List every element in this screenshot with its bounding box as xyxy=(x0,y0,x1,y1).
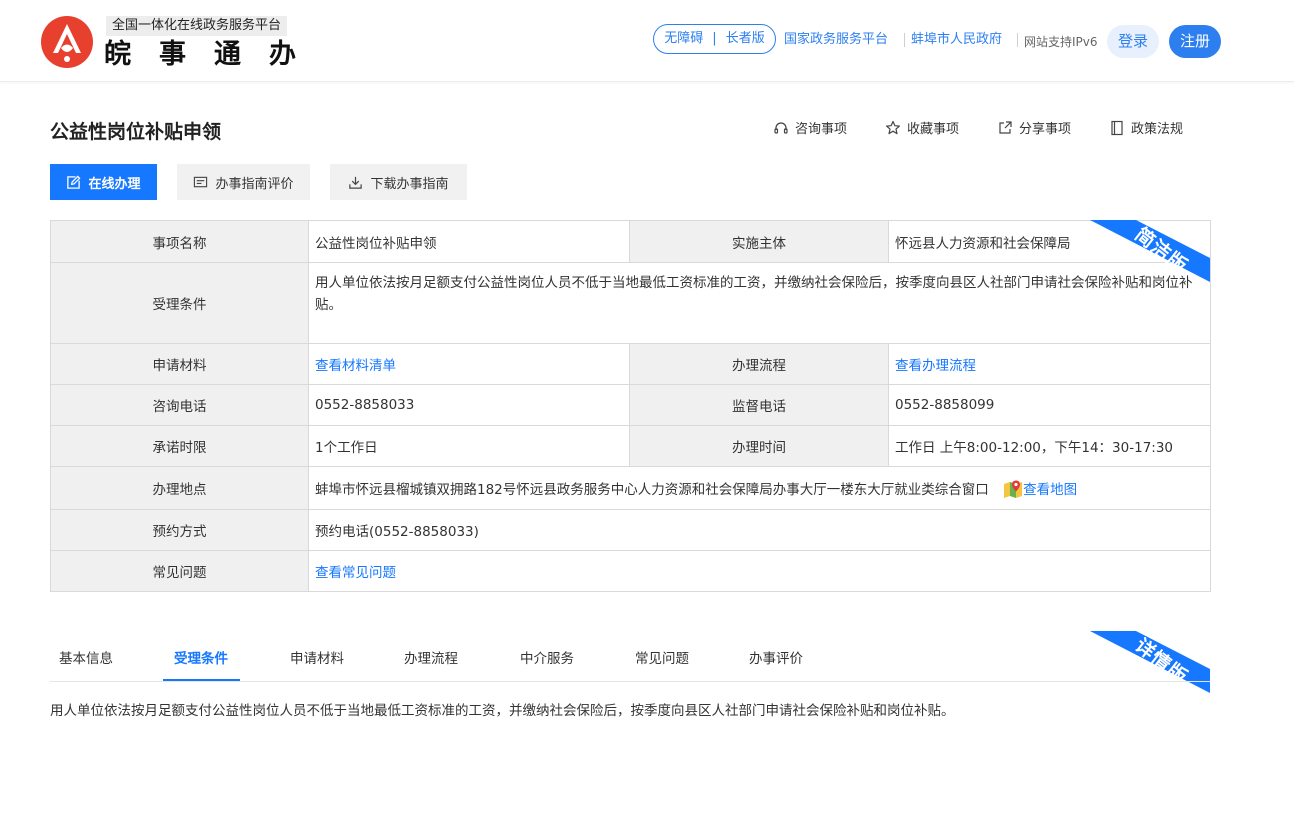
elder-mode-link[interactable]: 长者版 xyxy=(726,25,765,53)
share-label: 分享事项 xyxy=(1019,122,1072,137)
brand-name[interactable]: 皖事通办 xyxy=(104,38,324,72)
materials-label: 申请材料 xyxy=(50,343,309,385)
faq-link[interactable]: 查看常见问题 xyxy=(315,565,396,581)
link-divider xyxy=(1017,33,1018,47)
download-guide-label: 下载办事指南 xyxy=(370,176,449,192)
subject-label: 实施主体 xyxy=(629,220,889,263)
item-name-value: 公益性岗位补贴申领 xyxy=(308,220,630,263)
star-icon xyxy=(886,120,900,134)
supervise-value: 0552-8858099 xyxy=(888,384,1211,426)
tabs-divider xyxy=(50,681,1210,682)
headset-icon xyxy=(774,121,788,134)
faq-label: 常见问题 xyxy=(50,550,309,592)
active-tab-indicator xyxy=(163,679,240,681)
tab-conditions[interactable]: 受理条件 xyxy=(174,647,228,667)
condition-label: 受理条件 xyxy=(50,262,309,344)
process-label: 办理流程 xyxy=(629,343,889,385)
tab-process[interactable]: 办理流程 xyxy=(404,647,458,667)
service-info-table: 事项名称 公益性岗位补贴申领 实施主体 怀远县人力资源和社会保障局 受理条件 用… xyxy=(50,220,1211,592)
table-row: 承诺时限 1个工作日 办理时间 工作日 上午8:00-12:00，下午14：30… xyxy=(50,425,1211,467)
share-icon xyxy=(999,120,1012,134)
address-value: 蚌埠市怀远县榴城镇双拥路182号怀远县政务服务中心人力资源和社会保障局办事大厅一… xyxy=(315,481,989,498)
guide-evaluate-label: 办事指南评价 xyxy=(215,176,294,192)
download-guide-button[interactable]: 下载办事指南 xyxy=(330,164,467,200)
guide-evaluate-button[interactable]: 办事指南评价 xyxy=(177,164,310,200)
tab-materials[interactable]: 申请材料 xyxy=(290,647,344,667)
detail-content: 用人单位依法按月足额支付公益性岗位人员不低于当地最低工资标准的工资，并缴纳社会保… xyxy=(50,703,955,719)
table-row: 事项名称 公益性岗位补贴申领 实施主体 怀远县人力资源和社会保障局 xyxy=(50,220,1211,263)
favorite-action[interactable]: 收藏事项 xyxy=(885,118,959,137)
booking-label: 预约方式 xyxy=(50,509,309,551)
map-pin-icon[interactable] xyxy=(1003,479,1023,499)
table-row: 咨询电话 0552-8858033 监督电话 0552-8858099 xyxy=(50,384,1211,426)
phone-value: 0552-8858033 xyxy=(308,384,630,426)
table-row: 常见问题 查看常见问题 xyxy=(50,550,1211,592)
table-row: 受理条件 用人单位依法按月足额支付公益性岗位人员不低于当地最低工资标准的工资，并… xyxy=(50,262,1211,344)
policy-action[interactable]: 政策法规 xyxy=(1109,118,1183,137)
consult-label: 咨询事项 xyxy=(795,122,848,137)
ipv6-note: 网站支持IPv6 xyxy=(1024,35,1098,49)
materials-link[interactable]: 查看材料清单 xyxy=(315,358,396,374)
consult-action[interactable]: 咨询事项 xyxy=(773,118,847,137)
pill-separator: | xyxy=(712,31,717,46)
tab-faq[interactable]: 常见问题 xyxy=(635,647,689,667)
register-button[interactable]: 注册 xyxy=(1169,25,1221,58)
table-row: 办理地点 蚌埠市怀远县榴城镇双拥路182号怀远县政务服务中心人力资源和社会保障局… xyxy=(50,466,1211,510)
address-cell: 蚌埠市怀远县榴城镇双拥路182号怀远县政务服务中心人力资源和社会保障局办事大厅一… xyxy=(308,466,1211,510)
bengbu-gov-link[interactable]: 蚌埠市人民政府 xyxy=(911,32,1002,48)
item-name-label: 事项名称 xyxy=(50,220,309,263)
hours-label: 办理时间 xyxy=(629,425,889,467)
page-title: 公益性岗位补贴申领 xyxy=(50,121,222,143)
online-apply-label: 在线办理 xyxy=(88,176,141,192)
concise-version-ribbon[interactable]: 简洁版 xyxy=(1090,220,1210,282)
accessibility-link[interactable]: 无障碍 xyxy=(664,25,703,53)
message-icon xyxy=(194,176,208,187)
condition-value: 用人单位依法按月足额支付公益性岗位人员不低于当地最低工资标准的工资，并缴纳社会保… xyxy=(308,262,1211,344)
site-header: 全国一体化在线政务服务平台 皖事通办 无障碍 | 长者版 国家政务服务平台 蚌埠… xyxy=(0,0,1294,82)
hours-value: 工作日 上午8:00-12:00，下午14：30-17:30 xyxy=(888,425,1211,467)
share-action[interactable]: 分享事项 xyxy=(997,118,1071,137)
favorite-label: 收藏事项 xyxy=(907,122,960,137)
supervise-label: 监督电话 xyxy=(629,384,889,426)
online-apply-button[interactable]: 在线办理 xyxy=(50,164,157,200)
address-label: 办理地点 xyxy=(50,466,309,510)
edit-icon xyxy=(67,175,81,189)
platform-tag: 全国一体化在线政务服务平台 xyxy=(106,16,288,36)
national-platform-link[interactable]: 国家政务服务平台 xyxy=(784,32,888,48)
map-link[interactable]: 查看地图 xyxy=(1023,482,1077,498)
limit-label: 承诺时限 xyxy=(50,425,309,467)
limit-value: 1个工作日 xyxy=(308,425,630,467)
book-icon xyxy=(1111,120,1123,135)
login-button[interactable]: 登录 xyxy=(1107,25,1159,58)
link-divider xyxy=(904,33,905,47)
process-link[interactable]: 查看办理流程 xyxy=(895,358,976,374)
table-row: 预约方式 预约电话(0552-8858033) xyxy=(50,509,1211,551)
phone-label: 咨询电话 xyxy=(50,384,309,426)
table-row: 申请材料 查看材料清单 办理流程 查看办理流程 xyxy=(50,343,1211,385)
tab-intermediary[interactable]: 中介服务 xyxy=(520,647,574,667)
policy-label: 政策法规 xyxy=(1131,122,1184,137)
tab-basic-info[interactable]: 基本信息 xyxy=(59,647,113,667)
booking-value: 预约电话(0552-8858033) xyxy=(308,509,1211,551)
accessibility-pill: 无障碍 | 长者版 xyxy=(653,24,776,54)
download-icon xyxy=(349,176,363,189)
site-logo-icon[interactable] xyxy=(40,15,94,69)
tab-evaluation[interactable]: 办事评价 xyxy=(749,647,803,667)
detail-version-ribbon[interactable]: 详情版 xyxy=(1090,631,1210,693)
